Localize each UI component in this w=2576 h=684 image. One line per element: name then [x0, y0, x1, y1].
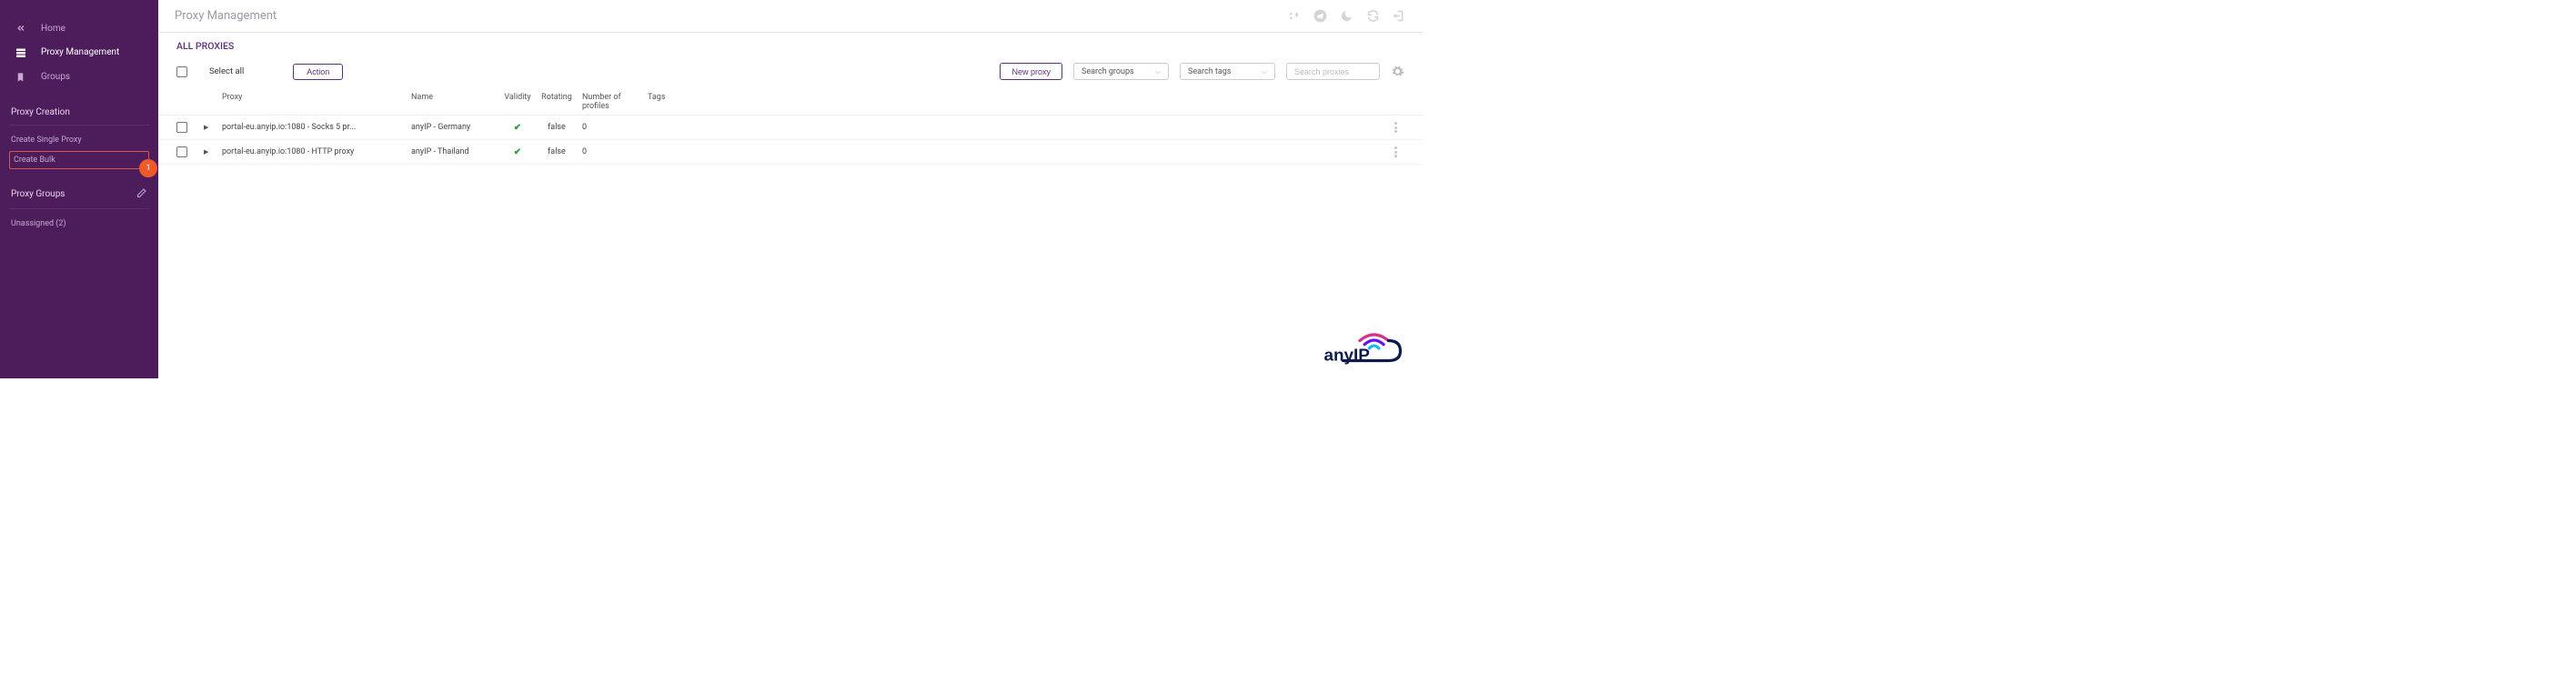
sidebar-sub-create-bulk[interactable]: Create Bulk 1	[9, 151, 149, 169]
search-tags-label: Search tags	[1188, 67, 1231, 76]
cell-profiles: 0	[579, 123, 648, 132]
sidebar-sub-unassigned[interactable]: Unassigned (2)	[0, 215, 158, 233]
table-row: ▶ portal-eu.anyip.io:1080 - HTTP proxy a…	[158, 140, 1423, 165]
gear-icon[interactable]	[1391, 65, 1404, 78]
row-checkbox[interactable]	[176, 146, 187, 157]
moon-icon[interactable]	[1340, 9, 1353, 23]
sidebar-sub-create-single[interactable]: Create Single Proxy	[0, 131, 158, 149]
row-menu-icon[interactable]	[1386, 146, 1404, 157]
col-header-tags: Tags	[648, 93, 1386, 111]
svg-text:anyIP: anyIP	[1324, 347, 1370, 366]
action-button[interactable]: Action	[293, 64, 343, 80]
search-proxies-input[interactable]	[1286, 63, 1380, 80]
search-groups-label: Search groups	[1082, 67, 1134, 76]
proxy-groups-label: Proxy Groups	[11, 189, 65, 199]
telegram-icon[interactable]	[1313, 9, 1327, 23]
col-header-proxy: Proxy	[215, 93, 411, 111]
edit-icon[interactable]	[136, 187, 147, 201]
divider	[9, 125, 149, 126]
table-header: Proxy Name Validity Rotating Number of p…	[158, 89, 1423, 116]
header-icons	[1287, 9, 1406, 23]
select-all-checkbox[interactable]	[176, 66, 187, 77]
cell-rotating: false	[535, 123, 579, 132]
callout-badge: 1	[139, 159, 157, 177]
cell-name: anyIP - Thailand	[411, 147, 500, 156]
sidebar-item-proxy-management[interactable]: Proxy Management	[0, 40, 158, 65]
new-proxy-button[interactable]: New proxy	[1000, 63, 1062, 80]
page-title: Proxy Management	[175, 9, 277, 23]
server-icon	[13, 47, 28, 58]
col-header-profiles: Number of profiles	[579, 93, 648, 111]
sidebar-label-home: Home	[41, 24, 65, 34]
search-tags-select[interactable]: Search tags ⌵	[1180, 63, 1275, 80]
section-title: ALL PROXIES	[158, 33, 1423, 59]
double-chevron-left-icon	[13, 24, 28, 33]
cell-proxy: portal-eu.anyip.io:1080 - Socks 5 pr...	[215, 123, 411, 132]
row-checkbox[interactable]	[176, 122, 187, 133]
row-menu-icon[interactable]	[1386, 122, 1404, 133]
sidebar: Home Proxy Management Groups Proxy Creat…	[0, 0, 158, 378]
cell-profiles: 0	[579, 147, 648, 156]
select-all-label: Select all	[209, 66, 244, 76]
sidebar-section-proxy-groups: Proxy Groups	[0, 180, 158, 203]
sidebar-section-proxy-creation: Proxy Creation	[0, 100, 158, 119]
col-header-name: Name	[411, 93, 500, 111]
create-bulk-label: Create Bulk	[14, 156, 55, 165]
sidebar-item-groups[interactable]: Groups	[0, 65, 158, 89]
validity-check-icon: ✔	[514, 123, 521, 133]
bookmark-icon	[13, 72, 28, 83]
refresh-icon[interactable]	[1366, 9, 1380, 23]
col-header-validity: Validity	[500, 93, 535, 111]
logout-icon[interactable]	[1393, 9, 1406, 23]
expand-icon[interactable]: ▶	[204, 148, 208, 156]
cell-proxy: portal-eu.anyip.io:1080 - HTTP proxy	[215, 147, 411, 156]
search-groups-select[interactable]: Search groups ⌵	[1073, 63, 1169, 80]
cell-name: anyIP - Germany	[411, 123, 500, 132]
sidebar-label-proxy-management: Proxy Management	[41, 47, 119, 57]
sidebar-label-groups: Groups	[41, 72, 70, 82]
anyip-logo: anyIP	[1314, 331, 1410, 373]
divider	[9, 208, 149, 209]
recycle-icon[interactable]	[1287, 9, 1301, 23]
main-header: Proxy Management	[158, 0, 1423, 33]
cell-rotating: false	[535, 147, 579, 156]
col-header-rotating: Rotating	[535, 93, 579, 111]
validity-check-icon: ✔	[514, 147, 521, 157]
expand-icon[interactable]: ▶	[204, 124, 208, 131]
table-row: ▶ portal-eu.anyip.io:1080 - Socks 5 pr..…	[158, 116, 1423, 140]
chevron-down-icon: ⌵	[1155, 67, 1161, 76]
main: Proxy Management ALL PROXIES Select all …	[158, 0, 1423, 378]
proxy-table: Proxy Name Validity Rotating Number of p…	[158, 89, 1423, 165]
sidebar-item-home[interactable]: Home	[0, 16, 158, 40]
toolbar: Select all Action New proxy Search group…	[158, 59, 1423, 89]
chevron-down-icon: ⌵	[1262, 67, 1267, 76]
